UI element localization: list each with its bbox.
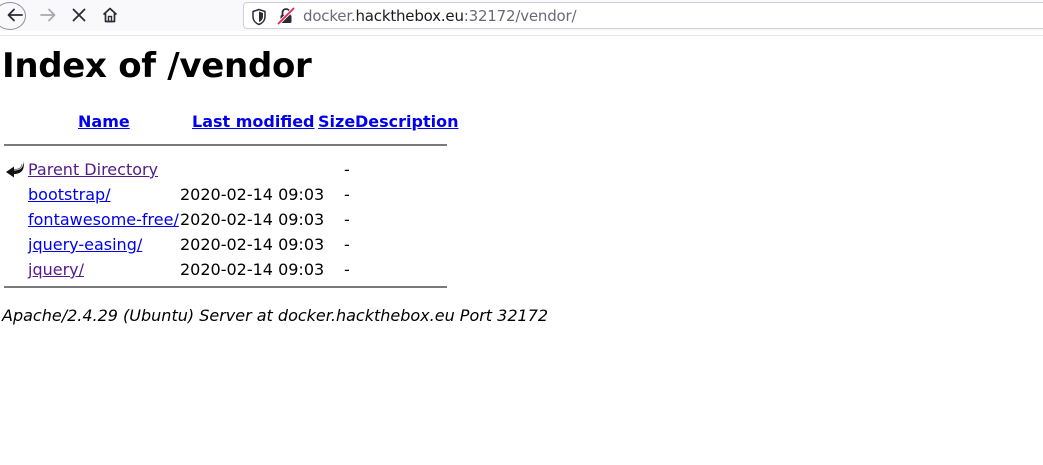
- url-prefix: docker.: [303, 7, 356, 25]
- column-header-last-modified[interactable]: Last modified: [192, 112, 315, 132]
- stop-button[interactable]: [64, 0, 94, 30]
- row-modified: 2020-02-14 09:03: [180, 260, 325, 279]
- fontawesome-free-link[interactable]: fontawesome-free/: [28, 210, 179, 230]
- parent-directory-link[interactable]: Parent Directory: [28, 160, 158, 180]
- row-modified: 2020-02-14 09:03: [180, 235, 325, 254]
- column-header-description[interactable]: Description: [355, 112, 458, 132]
- row-size: -: [344, 260, 350, 279]
- row-size: -: [344, 235, 350, 254]
- url-host: hackthebox.eu: [355, 7, 464, 25]
- back-button-ring: [0, 2, 26, 30]
- forward-button[interactable]: [33, 0, 63, 30]
- header-divider: [4, 144, 447, 146]
- back-arrow-icon: [6, 161, 24, 178]
- forward-icon: [40, 8, 56, 22]
- footer-divider: [4, 286, 447, 288]
- url-bar[interactable]: docker.hackthebox.eu:32172/vendor/: [243, 2, 1043, 29]
- column-header-size[interactable]: Size: [318, 112, 355, 132]
- insecure-lock-icon[interactable]: [277, 7, 295, 25]
- row-modified: 2020-02-14 09:03: [180, 185, 325, 204]
- bootstrap-link[interactable]: bootstrap/: [28, 185, 111, 205]
- row-size: -: [344, 210, 350, 229]
- shield-icon[interactable]: [251, 8, 267, 26]
- url-text[interactable]: docker.hackthebox.eu:32172/vendor/: [303, 7, 577, 25]
- jquery-easing-link[interactable]: jquery-easing/: [28, 235, 142, 255]
- home-icon: [102, 7, 118, 23]
- back-button[interactable]: [0, 0, 30, 30]
- jquery-link[interactable]: jquery/: [28, 260, 84, 280]
- row-modified: 2020-02-14 09:03: [180, 210, 325, 229]
- stop-icon: [72, 8, 86, 22]
- url-suffix: :32172/vendor/: [463, 7, 577, 25]
- column-header-name[interactable]: Name: [78, 112, 130, 132]
- page-title: Index of /vendor: [2, 46, 312, 86]
- row-size: -: [344, 160, 350, 179]
- row-size: -: [344, 185, 350, 204]
- home-button[interactable]: [95, 0, 125, 30]
- directory-listing-page: Index of /vendor Name Last modified Size…: [2, 36, 1042, 465]
- browser-toolbar: docker.hackthebox.eu:32172/vendor/: [0, 0, 1043, 31]
- server-signature: Apache/2.4.29 (Ubuntu) Server at docker.…: [2, 306, 549, 325]
